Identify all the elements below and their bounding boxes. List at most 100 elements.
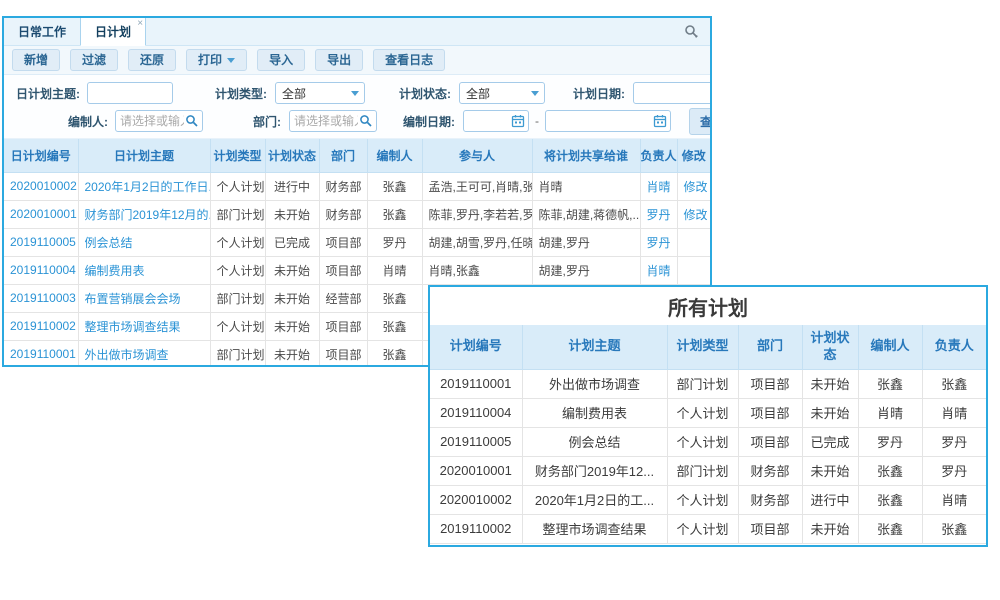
dept-label: 部门: <box>253 113 281 130</box>
plan-subject[interactable]: 例会总结 <box>78 228 210 256</box>
magnifier-icon[interactable] <box>185 114 199 128</box>
department: 财务部 <box>738 456 802 485</box>
owner[interactable]: 罗丹 <box>640 200 677 228</box>
add-button[interactable]: 新增 <box>12 49 60 71</box>
plan-type: 个人计划 <box>667 485 738 514</box>
plan-id[interactable]: 2019110002 <box>4 312 78 340</box>
plan-id[interactable]: 2020010002 <box>4 172 78 200</box>
filter-button[interactable]: 过滤 <box>70 49 118 71</box>
table-row: 20200100022020年1月2日的工...个人计划财务部进行中张鑫肖晴 <box>430 485 986 514</box>
owner[interactable]: 罗丹 <box>640 228 677 256</box>
view-log-button[interactable]: 查看日志 <box>373 49 445 71</box>
participants: 胡建,胡雪,罗丹,任晓... <box>422 228 532 256</box>
plan-subject[interactable]: 布置营销展会会场 <box>78 284 210 312</box>
plan-date-from-input[interactable] <box>633 82 710 104</box>
header-row: 计划编号计划主题计划类型部门计划状态编制人负责人 <box>430 325 986 369</box>
edit-date-label: 编制日期: <box>403 113 455 130</box>
plan-type-label: 计划类型: <box>215 85 267 102</box>
plan-subject[interactable]: 整理市场调查结果 <box>78 312 210 340</box>
owner: 肖晴 <box>922 485 986 514</box>
plan-type: 个人计划 <box>210 256 265 284</box>
plan-type-value: 全部 <box>282 85 306 102</box>
shared-with: 胡建,罗丹 <box>532 228 640 256</box>
table-row: 2019110002整理市场调查结果个人计划项目部未开始张鑫张鑫 <box>430 514 986 543</box>
plan-subject: 例会总结 <box>522 427 667 456</box>
department-header: 部门 <box>319 139 367 172</box>
department: 项目部 <box>319 340 367 367</box>
plan-subject: 整理市场调查结果 <box>522 514 667 543</box>
restore-button[interactable]: 还原 <box>128 49 176 71</box>
date-range-separator: - <box>535 114 539 128</box>
department: 项目部 <box>738 514 802 543</box>
author: 罗丹 <box>367 228 422 256</box>
plan-id[interactable]: 2019110003 <box>4 284 78 312</box>
edit-action[interactable]: 修改 <box>677 172 710 200</box>
author-header: 编制人 <box>858 325 922 369</box>
calendar-icon[interactable] <box>511 114 525 128</box>
chevron-down-icon <box>351 91 359 96</box>
author: 张鑫 <box>858 485 922 514</box>
edit-action[interactable]: 修改 <box>677 200 710 228</box>
plan-id: 2020010001 <box>430 456 522 485</box>
plan-subject: 外出做市场调查 <box>522 369 667 398</box>
plan-id[interactable]: 2019110001 <box>4 340 78 367</box>
plan-status: 未开始 <box>265 200 319 228</box>
author: 张鑫 <box>367 284 422 312</box>
header-row: 日计划编号日计划主题计划类型计划状态部门编制人参与人将计划共享给谁负责人修改 <box>4 139 710 172</box>
search-tools-icon[interactable] <box>684 24 700 40</box>
plan-status: 未开始 <box>802 456 858 485</box>
print-button[interactable]: 打印 <box>186 49 247 71</box>
chevron-down-icon <box>227 58 235 63</box>
toolbar: 新增 过滤 还原 打印 导入 导出 查看日志 <box>4 46 710 75</box>
table-row: 20200100022020年1月2日的工作日...个人计划进行中财务部张鑫孟浩… <box>4 172 710 200</box>
author: 张鑫 <box>367 340 422 367</box>
print-button-label: 打印 <box>198 54 222 66</box>
plan-id[interactable]: 2019110004 <box>4 256 78 284</box>
plan-subject[interactable]: 外出做市场调查 <box>78 340 210 367</box>
plan-subject[interactable]: 编制费用表 <box>78 256 210 284</box>
table-row: 2020010001财务部门2019年12...部门计划财务部未开始张鑫罗丹 <box>430 456 986 485</box>
export-button[interactable]: 导出 <box>315 49 363 71</box>
department: 项目部 <box>319 228 367 256</box>
plan-status: 未开始 <box>802 369 858 398</box>
owner: 肖晴 <box>922 398 986 427</box>
tab-daily-work[interactable]: 日常工作 <box>4 17 80 45</box>
plan-subject: 财务部门2019年12... <box>522 456 667 485</box>
plan-id[interactable]: 2019110005 <box>4 228 78 256</box>
department: 项目部 <box>738 427 802 456</box>
shared-with: 胡建,罗丹 <box>532 256 640 284</box>
plan-type: 个人计划 <box>667 514 738 543</box>
plan-id[interactable]: 2020010001 <box>4 200 78 228</box>
plan-subject[interactable]: 财务部门2019年12月的... <box>78 200 210 228</box>
author: 肖晴 <box>858 398 922 427</box>
tab-daily-plan[interactable]: 日计划 × <box>80 16 146 46</box>
plan-status: 未开始 <box>265 312 319 340</box>
table-row: 2019110004编制费用表个人计划项目部未开始肖晴肖晴 <box>430 398 986 427</box>
chevron-down-icon <box>531 91 539 96</box>
owner: 罗丹 <box>922 427 986 456</box>
plan-status-select[interactable]: 全部 <box>459 82 545 104</box>
import-button[interactable]: 导入 <box>257 49 305 71</box>
participants: 陈菲,罗丹,李若若,罗... <box>422 200 532 228</box>
edit-action <box>677 256 710 284</box>
owner: 张鑫 <box>922 369 986 398</box>
plan-status: 未开始 <box>802 398 858 427</box>
magnifier-icon[interactable] <box>359 114 373 128</box>
department: 财务部 <box>319 200 367 228</box>
participants: 孟浩,王可可,肖晴,张鑫 <box>422 172 532 200</box>
plan-type: 部门计划 <box>210 340 265 367</box>
owner[interactable]: 肖晴 <box>640 256 677 284</box>
plan-status-value: 全部 <box>466 85 490 102</box>
owner[interactable]: 肖晴 <box>640 172 677 200</box>
plan-type-select[interactable]: 全部 <box>275 82 365 104</box>
department: 项目部 <box>319 312 367 340</box>
plan-status: 未开始 <box>265 256 319 284</box>
author: 张鑫 <box>858 514 922 543</box>
department: 经营部 <box>319 284 367 312</box>
search-button[interactable]: 查询 <box>689 108 710 135</box>
subject-input[interactable] <box>87 82 173 104</box>
tab-close-icon[interactable]: × <box>137 18 143 29</box>
calendar-icon[interactable] <box>653 114 667 128</box>
plan-subject[interactable]: 2020年1月2日的工作日... <box>78 172 210 200</box>
screen: 日常工作 日计划 × 新增 过滤 还原 打印 导入 导出 <box>0 0 1000 600</box>
